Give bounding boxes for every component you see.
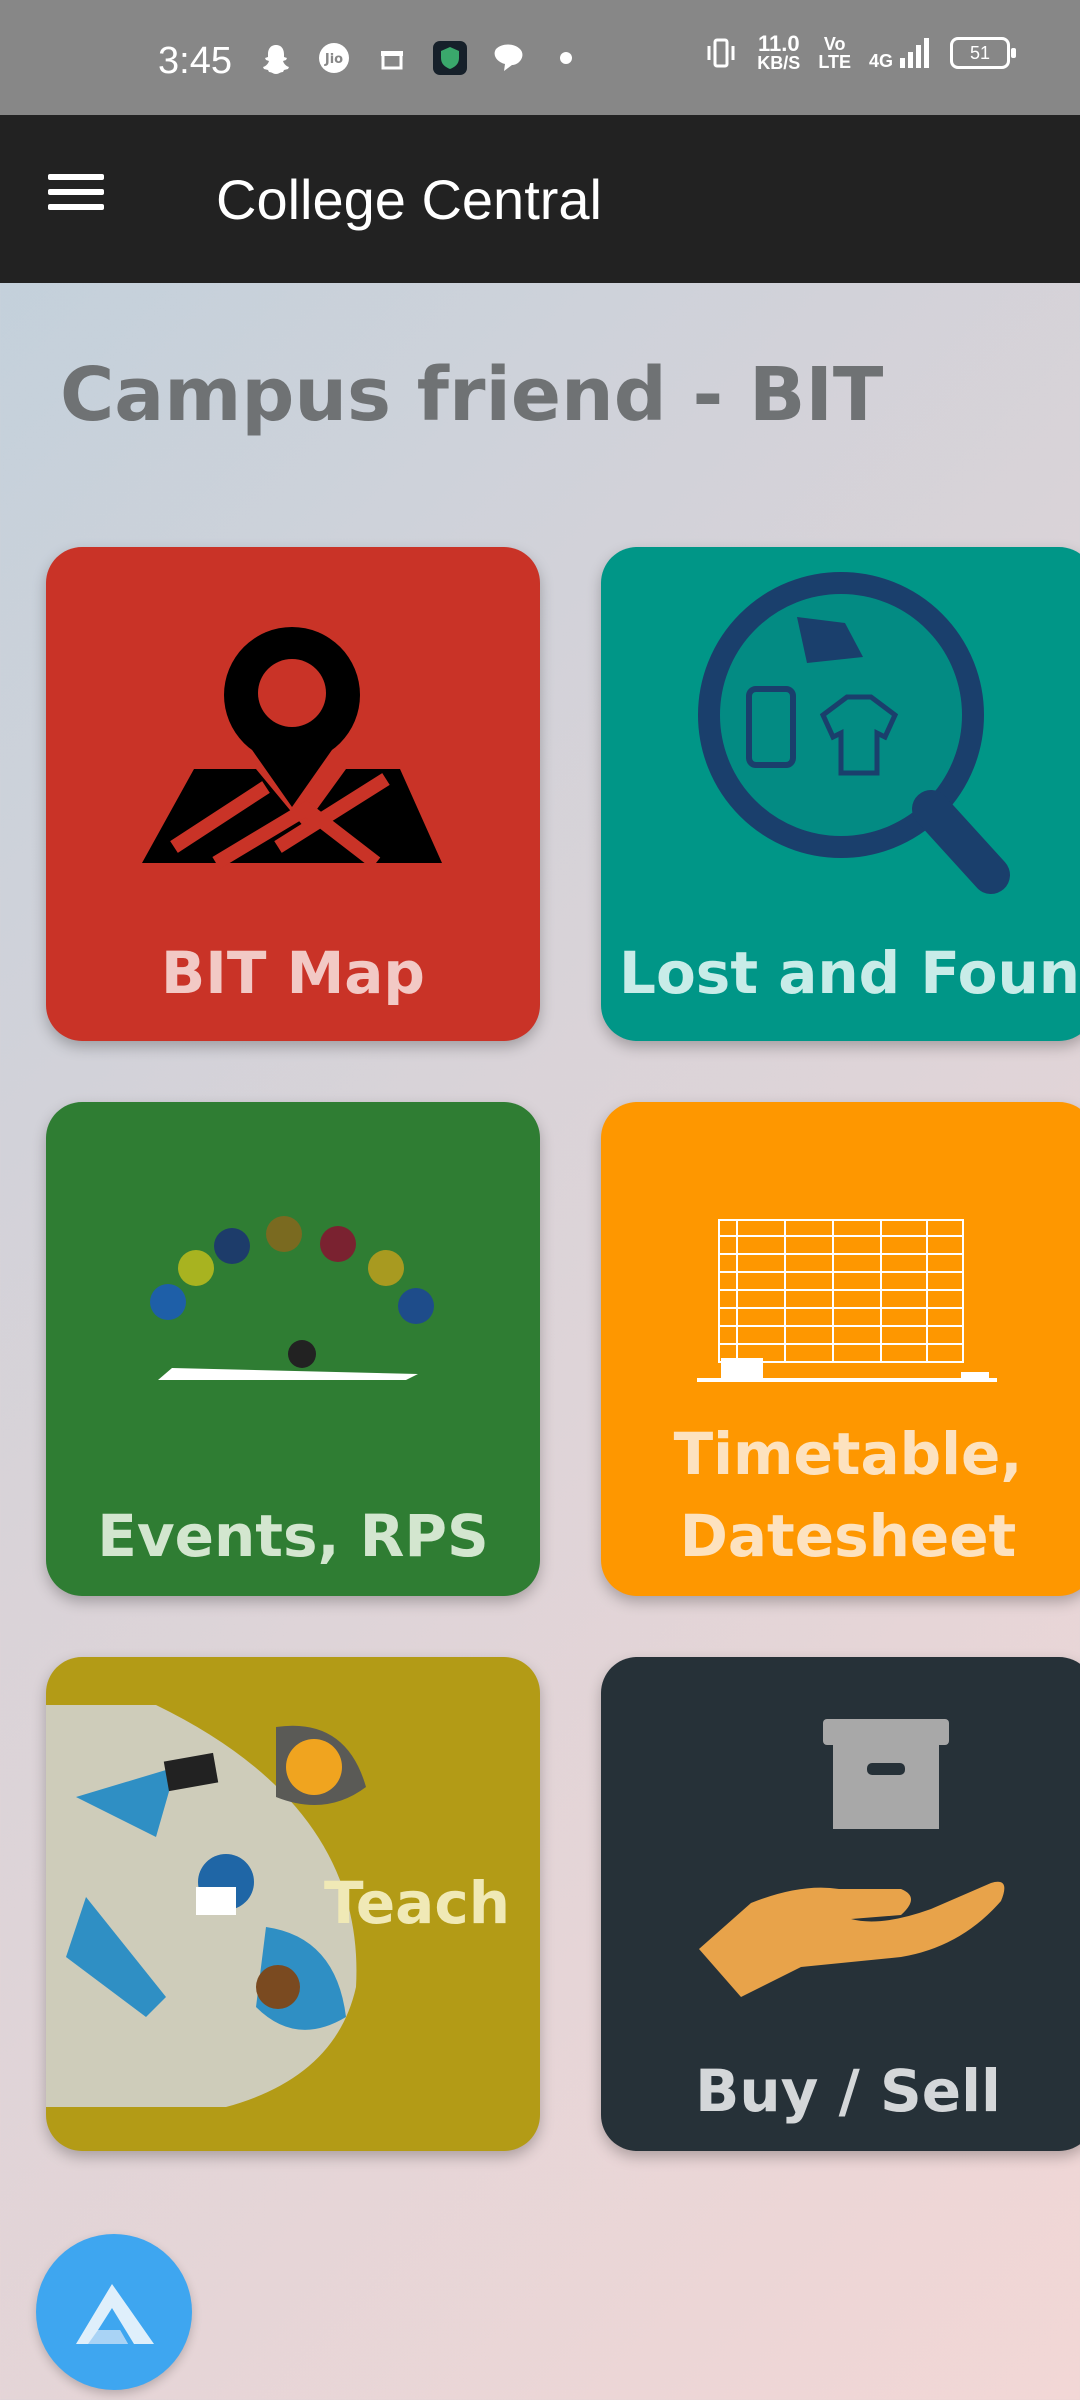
more-notifications-dot-icon [548,40,584,76]
system-icons: 11.0 KB/S Vo LTE 4G 51 [703,31,1016,73]
status-time: 3:45 [158,40,232,82]
app-bar: College Central [0,115,1080,283]
signal-4g: 4G [869,36,932,70]
chat-bubble-icon [490,40,526,76]
menu-icon[interactable] [48,165,116,233]
network-speed: 11.0 KB/S [757,31,801,73]
shield-app-icon [432,40,468,76]
timetable-label-line1: Timetable, [673,1420,1023,1488]
floating-action-button[interactable] [36,2234,192,2390]
buy-sell-tile[interactable]: Buy / Sell [601,1657,1080,2151]
events-rps-tile[interactable]: Events, RPS [46,1102,540,1596]
events-rps-label: Events, RPS [97,1502,489,1570]
snapchat-icon [258,40,294,76]
signal-strength-icon [900,38,929,68]
app-title: College Central [216,168,602,231]
lost-and-found-label: Lost and Found [619,939,1080,1007]
volte-indicator: Vo LTE [818,34,851,72]
notification-icons: Jio [258,40,584,76]
jio-icon: Jio [316,40,352,76]
app-logo-icon [76,2284,154,2344]
svg-text:Jio: Jio [324,52,343,67]
page-title: Campus friend - BIT [60,352,884,438]
bit-map-label: BIT Map [161,939,425,1007]
timetable-datesheet-tile[interactable]: Timetable, Datesheet [601,1102,1080,1596]
status-bar: 3:45 Jio 11.0 KB/S Vo LTE 4G 51 [0,0,1080,115]
vibrate-icon [703,35,739,71]
lost-and-found-tile[interactable]: Lost and Found [601,547,1080,1041]
battery-icon: 51 [950,37,1016,69]
teach-label: Teach [323,1869,510,1937]
bit-map-tile[interactable]: BIT Map [46,547,540,1041]
timetable-label-line2: Datesheet [679,1502,1017,1570]
gift-icon [374,40,410,76]
buy-sell-label: Buy / Sell [695,2057,1001,2125]
teach-tile[interactable]: Teach [46,1657,540,2151]
